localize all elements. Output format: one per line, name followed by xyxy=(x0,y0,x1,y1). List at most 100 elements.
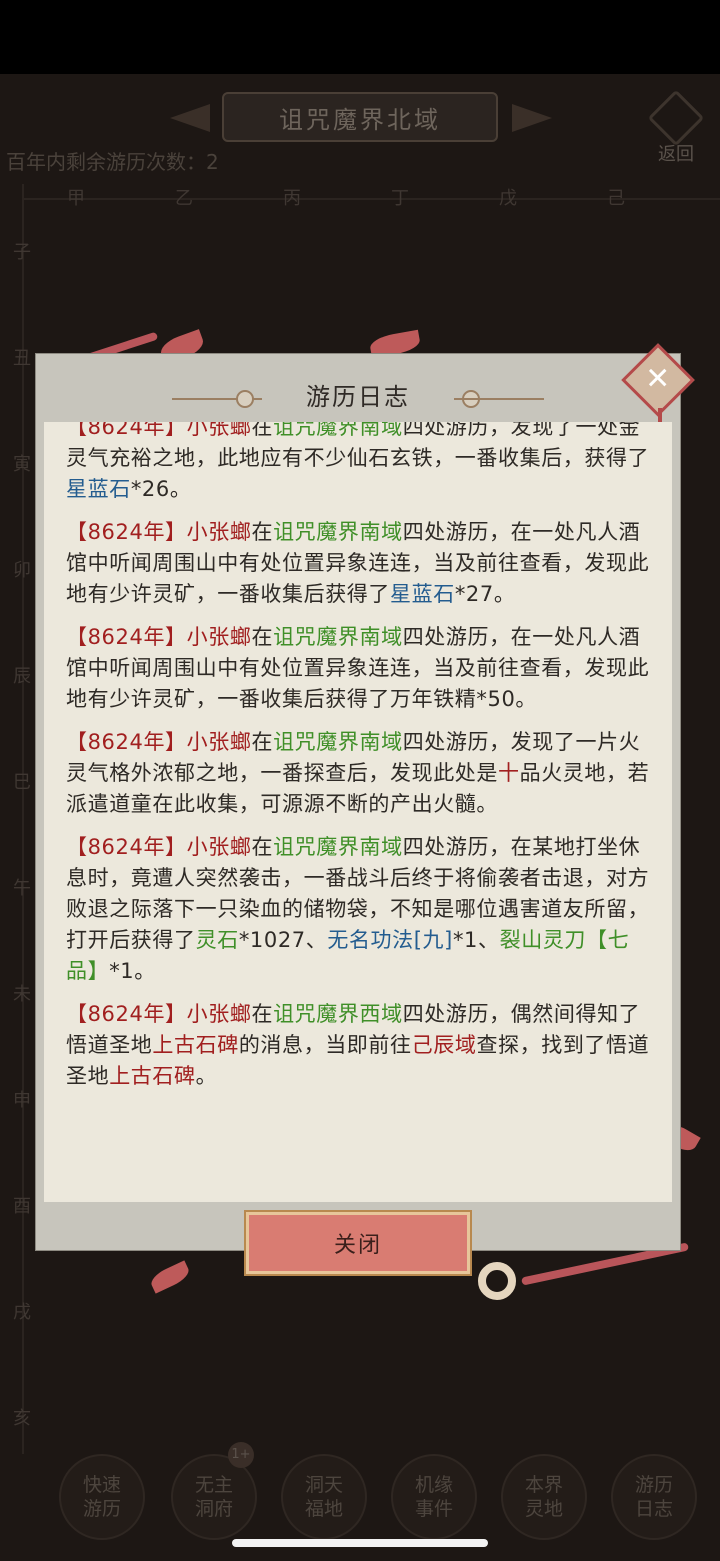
log-text: 在 xyxy=(251,730,274,754)
log-name: 小张螂 xyxy=(186,422,252,439)
log-place: 诅咒魔界西域 xyxy=(273,1002,403,1026)
log-place: 诅咒魔界南域 xyxy=(273,520,403,544)
log-list: 【8624年】小张螂在诅咒魔界南域四处游历，发现了一处金灵气充裕之地，此地应有不… xyxy=(44,422,672,1104)
log-entry: 【8624年】小张螂在诅咒魔界南域四处游历，发现了一片火灵气格外浓郁之地，一番探… xyxy=(44,727,672,820)
grid-row-label: 戌 xyxy=(13,1302,31,1323)
log-place: 诅咒魔界南域 xyxy=(273,730,403,754)
log-scroll-panel[interactable]: 【8624年】小张螂在诅咒魔界南域四处游历，发现了一处金灵气充裕之地，此地应有不… xyxy=(44,422,672,1202)
region-title: 诅咒魔界北域 xyxy=(279,105,441,134)
log-entry: 【8624年】小张螂在诅咒魔界南域四处游历，在一处凡人酒馆中听闻周围山中有处位置… xyxy=(44,622,672,715)
log-item-blue: 星蓝石 xyxy=(390,582,455,606)
grid-col-label: 己 xyxy=(607,188,625,209)
grid-row-label: 寅 xyxy=(13,454,31,475)
remaining-travels-text: 百年内剩余游历次数：2 xyxy=(6,150,219,174)
log-text: 在 xyxy=(251,520,274,544)
grid-row-label: 丑 xyxy=(13,348,31,369)
log-name: 小张螂 xyxy=(186,835,252,859)
log-text: *1。 xyxy=(109,959,156,983)
nav-icon: 机缘 事件 xyxy=(391,1454,477,1540)
home-indicator[interactable] xyxy=(232,1539,488,1547)
grid-row-label: 午 xyxy=(13,878,31,899)
log-item-blue: 星蓝石 xyxy=(66,477,131,501)
close-button-label: 关闭 xyxy=(333,1233,382,1258)
grid-line xyxy=(22,184,24,1454)
log-text: *26。 xyxy=(130,477,192,501)
nav-label: 本界 灵地 xyxy=(524,1474,563,1520)
grid-row-label: 辰 xyxy=(13,666,31,687)
nav-quick-travel[interactable]: 快速 游历 xyxy=(48,1450,156,1550)
grid-row-label: 申 xyxy=(13,1090,31,1111)
plaque-right-arrow-icon xyxy=(512,104,552,132)
log-entry: 【8624年】小张螂在诅咒魔界南域四处游历，发现了一处金灵气充裕之地，此地应有不… xyxy=(44,422,672,505)
log-text: 在 xyxy=(251,625,274,649)
nav-label: 机缘 事件 xyxy=(414,1474,453,1520)
nav-badge: 1+ xyxy=(228,1442,254,1468)
log-entry: 【8624年】小张螂在诅咒魔界南域四处游历，在一处凡人酒馆中听闻周围山中有处位置… xyxy=(44,517,672,610)
nav-icon: 本界 灵地 xyxy=(501,1454,587,1540)
grid-col-label: 丁 xyxy=(391,188,409,209)
top-status-bar xyxy=(0,0,720,74)
nav-ownerless-cave[interactable]: 无主 洞府 1+ xyxy=(160,1442,268,1550)
grid-col-label: 甲 xyxy=(67,188,85,209)
log-entry: 【8624年】小张螂在诅咒魔界西域四处游历，偶然间得知了悟道圣地上古石碑的消息，… xyxy=(44,999,672,1092)
header-ornament xyxy=(454,398,544,400)
nav-label: 游历 日志 xyxy=(634,1474,673,1520)
grid-row-label: 未 xyxy=(13,984,31,1005)
log-text: *1027、 xyxy=(238,928,328,952)
grid-row-label: 巳 xyxy=(13,772,31,793)
plaque-left-arrow-icon xyxy=(170,104,210,132)
log-year: 【8624年】 xyxy=(66,520,187,544)
nav-icon: 洞天 福地 xyxy=(281,1454,367,1540)
nav-blessed-land[interactable]: 洞天 福地 xyxy=(270,1450,378,1550)
grid-row-label: 子 xyxy=(13,242,31,263)
nav-local-spirit-land[interactable]: 本界 灵地 xyxy=(490,1450,598,1550)
close-button[interactable]: 关闭 xyxy=(246,1212,470,1274)
log-text: *27。 xyxy=(454,582,516,606)
log-name: 小张螂 xyxy=(186,730,252,754)
log-item-blue: 无名功法[九] xyxy=(327,928,453,952)
modal-title: 游历日志 xyxy=(306,382,410,411)
back-icon xyxy=(647,89,705,147)
back-button[interactable]: 返回 xyxy=(644,89,708,165)
modal-header: 游历日志 xyxy=(36,354,680,420)
grid-line xyxy=(22,198,720,200)
nav-label: 快速 游历 xyxy=(82,1474,121,1520)
back-label: 返回 xyxy=(658,144,694,165)
nav-icon: 游历 日志 xyxy=(611,1454,697,1540)
log-name: 小张螂 xyxy=(186,625,252,649)
log-text: 在 xyxy=(251,422,274,439)
log-year: 【8624年】 xyxy=(66,835,187,859)
grid-col-label: 乙 xyxy=(175,188,193,209)
log-entry: 【8624年】小张螂在诅咒魔界南域四处游历，在某地打坐休息时，竟遭人突然袭击，一… xyxy=(44,832,672,987)
log-text: *1、 xyxy=(452,928,500,952)
log-item-red: 上古石碑 xyxy=(152,1033,239,1057)
log-year: 【8624年】 xyxy=(66,730,187,754)
grid-col-label: 丙 xyxy=(283,188,301,209)
nav-opportunity-events[interactable]: 机缘 事件 xyxy=(380,1450,488,1550)
grid-row-label: 酉 xyxy=(13,1196,31,1217)
bottom-nav: 快速 游历 无主 洞府 1+ 洞天 福地 机缘 事件 本界 灵地 游历 日志 xyxy=(0,1442,720,1550)
log-text: 在 xyxy=(251,835,274,859)
travel-log-modal: 游历日志 ✕ 【8624年】小张螂在诅咒魔界南域四处游历，发现了一处金灵气充裕之… xyxy=(36,343,695,1274)
log-item-green: 灵石 xyxy=(195,928,239,952)
grid-row-label: 卯 xyxy=(13,560,31,581)
log-place: 诅咒魔界南域 xyxy=(273,625,403,649)
nav-label: 洞天 福地 xyxy=(304,1474,343,1520)
grid-row-label: 亥 xyxy=(13,1408,31,1429)
close-icon: ✕ xyxy=(645,361,671,397)
log-name: 小张螂 xyxy=(186,520,252,544)
log-year: 【8624年】 xyxy=(66,1002,187,1026)
log-year: 【8624年】 xyxy=(66,422,187,439)
log-text: 的消息，当即前往 xyxy=(238,1033,412,1057)
log-place: 诅咒魔界南域 xyxy=(273,422,403,439)
log-item-red: 十 xyxy=(498,761,520,785)
nav-icon: 快速 游历 xyxy=(59,1454,145,1540)
grid-col-label: 戊 xyxy=(499,188,517,209)
nav-travel-log[interactable]: 游历 日志 xyxy=(600,1450,708,1550)
log-item-red: 己辰域 xyxy=(411,1033,477,1057)
nav-icon: 无主 洞府 xyxy=(171,1454,257,1540)
log-item-red: 上古石碑 xyxy=(109,1064,196,1088)
log-text: 在 xyxy=(251,1002,274,1026)
log-text: 。 xyxy=(195,1064,218,1088)
header-ornament-knot xyxy=(236,390,254,408)
